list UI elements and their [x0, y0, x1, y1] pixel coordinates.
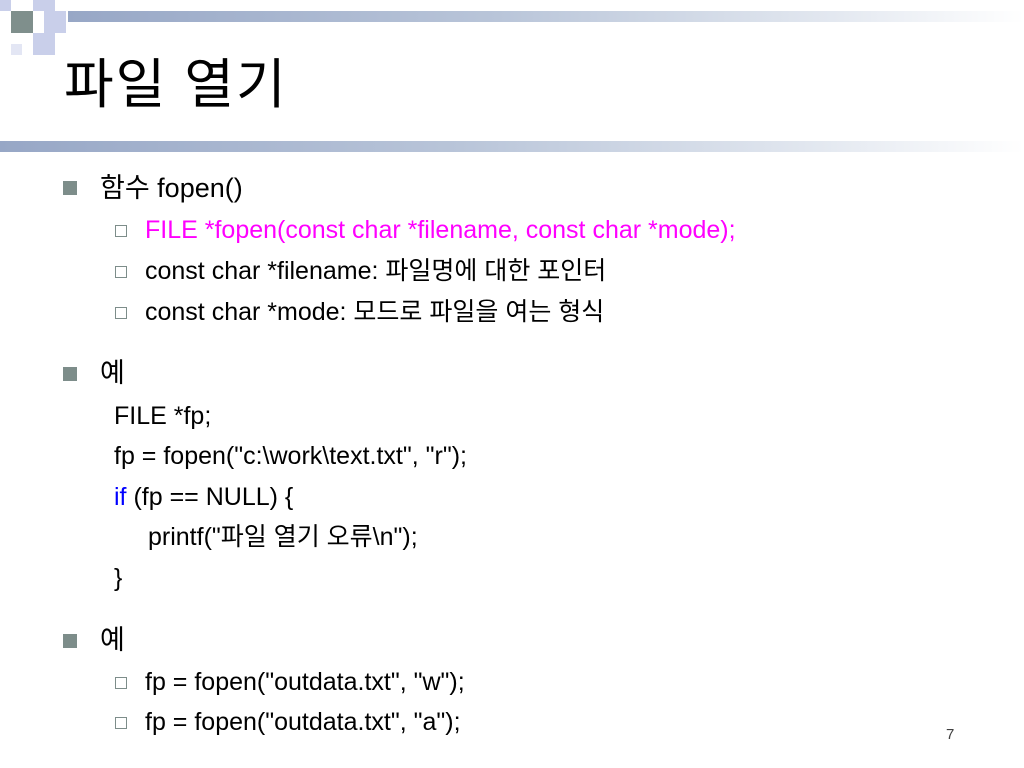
top-accent-bar [68, 11, 1024, 22]
bullet-square [63, 367, 77, 381]
sub-bullet [115, 266, 127, 278]
code-line: FILE *fp; [114, 402, 212, 430]
code-line: if (fp == NULL) { [114, 480, 293, 514]
fopen-prototype: FILE *fopen(const char *filename, const … [145, 216, 736, 244]
bullet-function: 함수 fopen() [100, 173, 243, 203]
code-line: } [114, 564, 123, 592]
mode-param: const char *mode: 모드로 파일을 여는 형식 [145, 298, 605, 326]
keyword-if: if [114, 483, 127, 511]
sub-bullet [115, 307, 127, 319]
filename-param: const char *filename: 파일명에 대한 포인터 [145, 257, 607, 285]
title-underline-bar [0, 141, 1024, 152]
bullet-example: 예 [100, 358, 125, 388]
bullet-example: 예 [100, 625, 125, 655]
sub-bullet [115, 717, 127, 729]
code-text: (fp == NULL) { [126, 483, 294, 511]
code-line: printf("파일 열기 오류\n"); [148, 523, 418, 551]
bullet-square [63, 181, 77, 195]
bullet-square [63, 634, 77, 648]
sub-bullet [115, 225, 127, 237]
code-line: fp = fopen("c:\work\text.txt", "r"); [114, 442, 467, 470]
fopen-write-example: fp = fopen("outdata.txt", "w"); [145, 668, 465, 696]
page-number: 7 [946, 726, 955, 743]
fopen-append-example: fp = fopen("outdata.txt", "a"); [145, 708, 461, 736]
sub-bullet [115, 677, 127, 689]
slide-title: 파일 열기 [64, 55, 288, 115]
